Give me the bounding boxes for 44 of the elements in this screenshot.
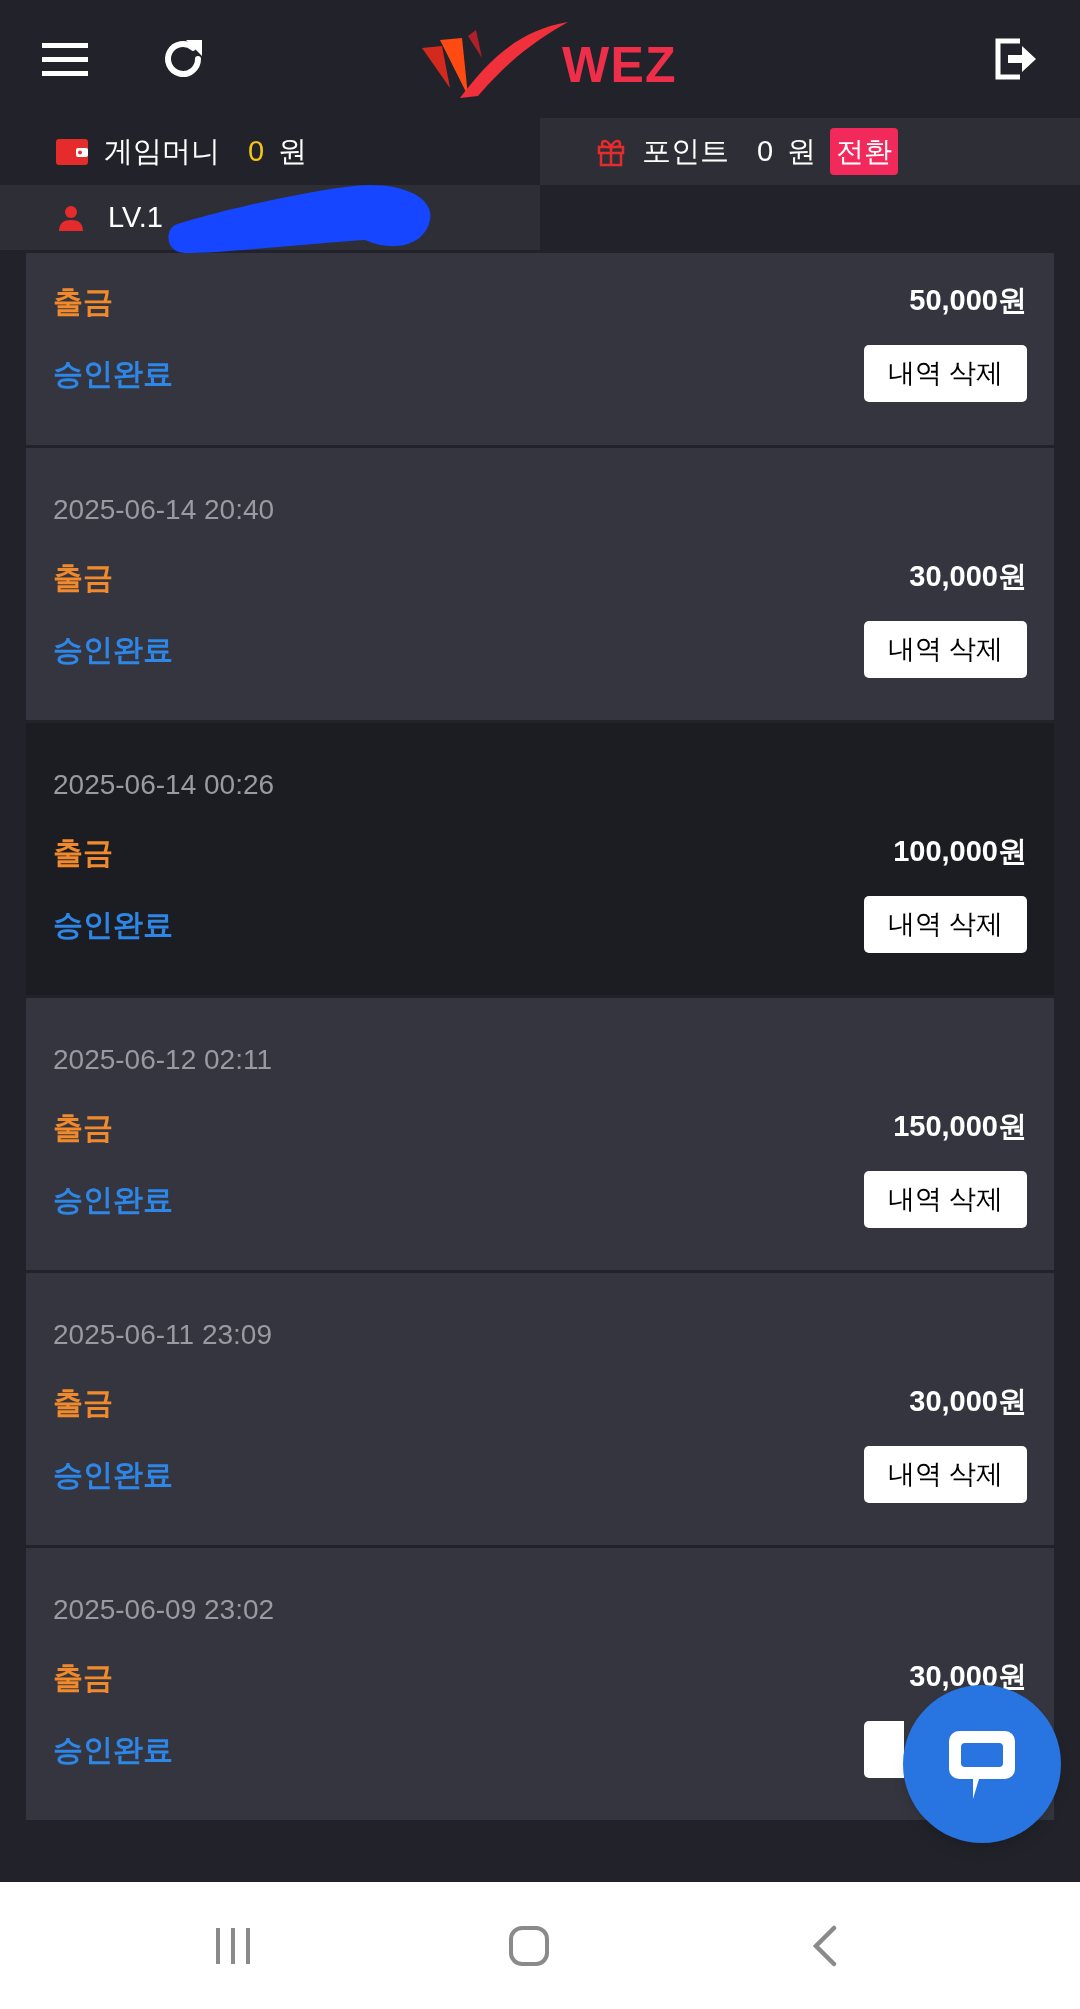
game-money-label: 게임머니 [104,133,220,169]
delete-history-button[interactable]: 내역 삭제 [864,1446,1027,1503]
points-label: 포인트 [642,133,729,169]
wallet-icon [56,138,88,165]
transaction-type: 출금 [53,559,113,596]
logo[interactable]: WEZ [420,12,677,103]
game-money-value: 0 [248,133,265,169]
transaction-type: 출금 [53,1384,113,1421]
transaction-status: 승인완료 [53,632,173,668]
transaction-date: 2025-06-09 23:02 [53,1593,276,1627]
transaction-type: 출금 [53,834,113,871]
delete-history-button[interactable]: 내역 삭제 [864,345,1027,402]
transaction-date: 2025-06-14 20:40 [53,493,276,527]
transaction-amount: 50,000원 [909,283,1027,319]
back-icon[interactable] [812,1924,838,1967]
transaction-amount: 30,000원 [909,559,1027,595]
user-level: LV.1 [108,199,163,235]
user-icon [58,204,84,231]
convert-button[interactable]: 전환 [830,128,899,175]
transaction-amount: 30,000원 [909,1659,1027,1695]
transaction-type: 출금 [53,1109,113,1146]
transaction-status: 승인완료 [53,1182,173,1218]
delete-history-button[interactable]: 내역 삭제 [864,896,1027,953]
transaction-amount: 30,000원 [909,1384,1027,1420]
currency-unit: 원 [278,133,308,169]
transaction-status: 승인완료 [53,356,173,392]
delete-history-button[interactable]: 내역 삭제 [864,621,1027,678]
logout-icon[interactable] [994,37,1038,81]
transaction-date: 2025-06-14 00:26 [53,768,276,802]
transaction-date: 2025-06-11 23:09 [53,1318,273,1352]
points-value: 0 [757,133,774,169]
transaction-status: 승인완료 [53,907,173,943]
transaction-type: 출금 [53,283,113,320]
transaction-amount: 150,000원 [893,1109,1027,1145]
delete-history-button[interactable]: 내역 삭제 [864,1171,1027,1228]
transaction-amount: 100,000원 [893,834,1027,870]
home-icon[interactable] [508,1924,550,1967]
currency-unit: 원 [787,133,817,169]
transaction-status: 승인완료 [53,1457,173,1493]
menu-icon[interactable] [42,41,88,77]
transaction-type: 출금 [53,1659,113,1696]
transaction-date: 2025-06-12 02:11 [53,1043,273,1077]
recent-apps-icon[interactable] [214,1925,252,1966]
transaction-status: 승인완료 [53,1732,173,1768]
